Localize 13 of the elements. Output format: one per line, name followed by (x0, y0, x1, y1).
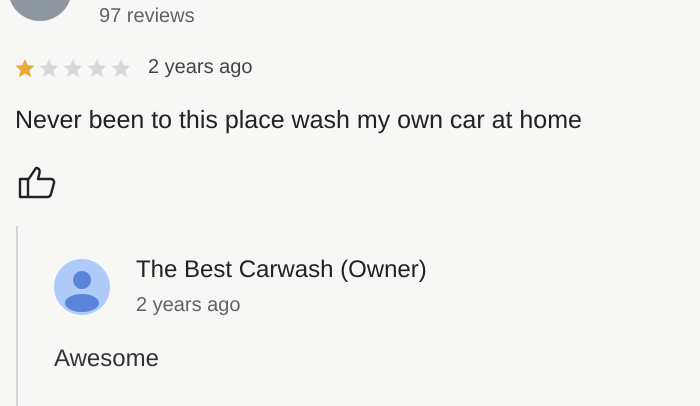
reply-time: 2 years ago (136, 294, 242, 317)
thumbs-up-icon[interactable] (18, 165, 56, 199)
review-count: 97 reviews (99, 4, 195, 28)
reply-text: Awesome (54, 345, 160, 373)
star-icon (86, 56, 108, 78)
star-icon (110, 56, 132, 78)
star-icon (62, 56, 84, 78)
owner-name: The Best Carwash (Owner) (136, 256, 427, 284)
person-avatar-icon (54, 258, 110, 314)
review-time: 2 years ago (148, 56, 253, 79)
star-icon (38, 56, 60, 78)
review-text: Never been to this place wash my own car at home (15, 106, 583, 135)
star-icon (14, 56, 36, 78)
